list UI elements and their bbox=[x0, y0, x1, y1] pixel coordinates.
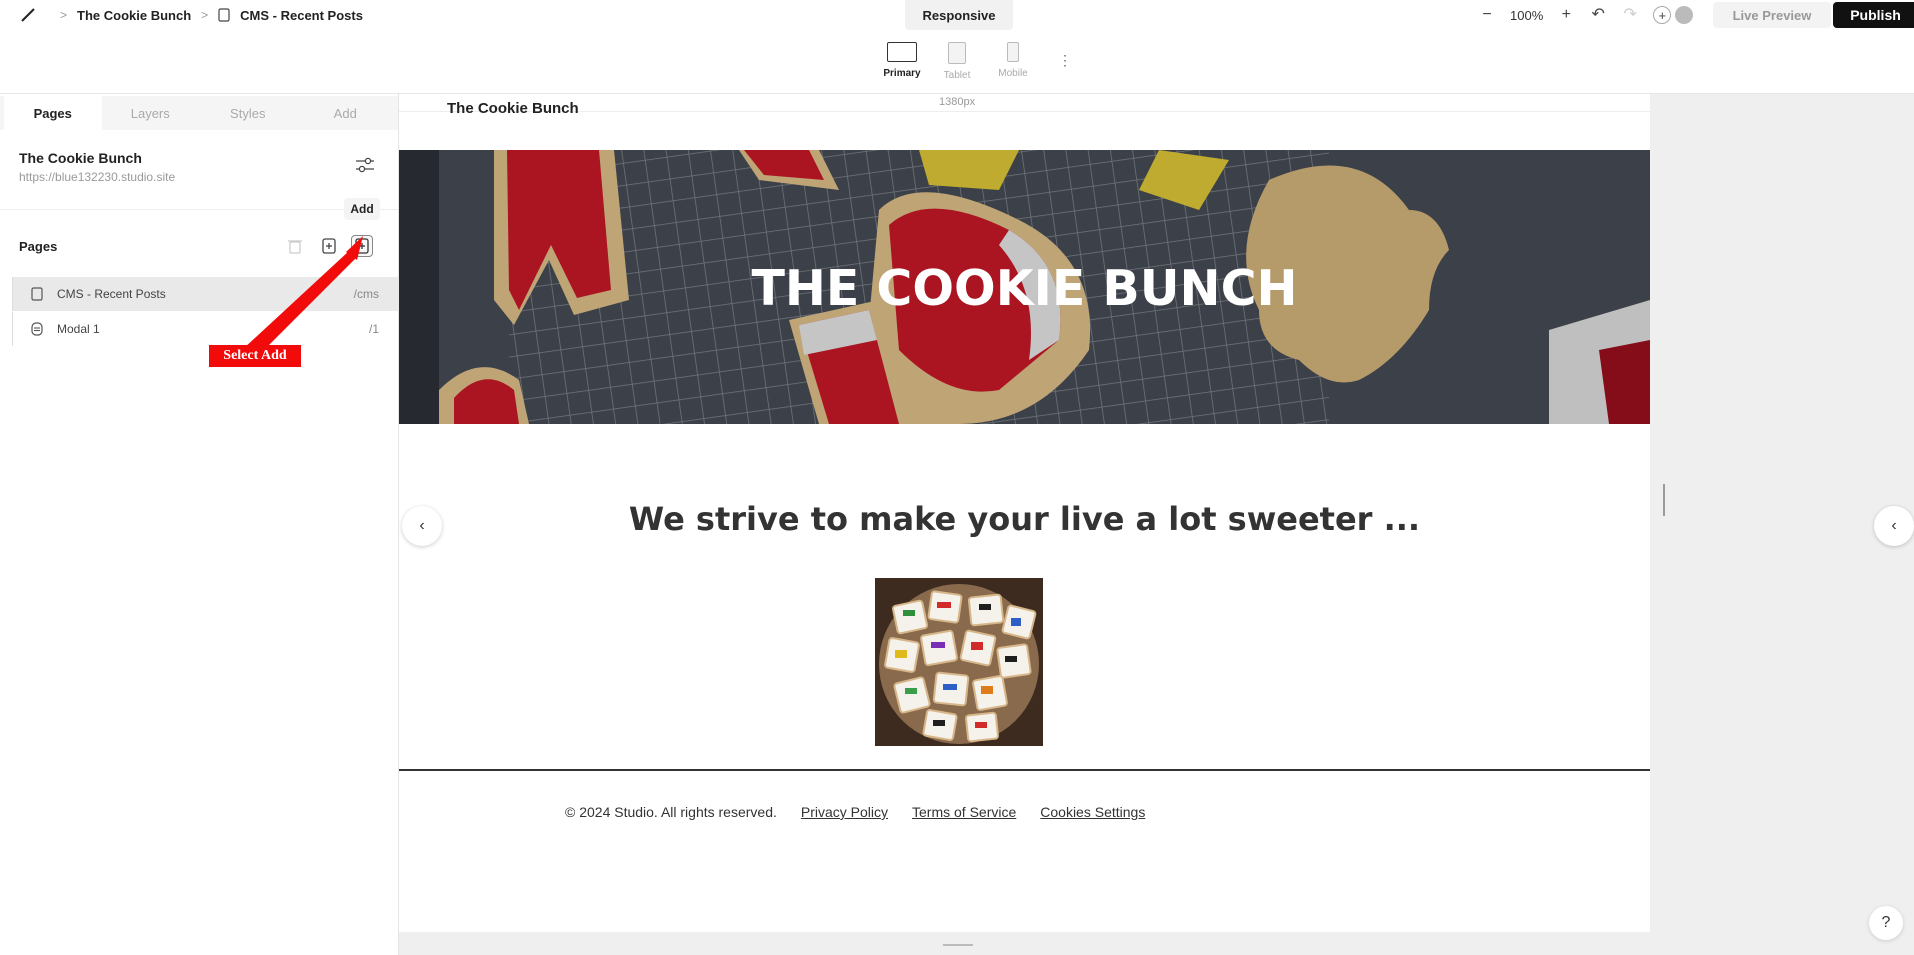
device-primary[interactable]: Primary bbox=[877, 42, 927, 79]
page-row-cms[interactable]: CMS - Recent Posts /cms bbox=[12, 277, 399, 311]
expand-right-panel-button[interactable]: ‹ bbox=[1874, 506, 1914, 546]
tab-pages[interactable]: Pages bbox=[4, 96, 102, 130]
site-info: The Cookie Bunch https://blue132230.stud… bbox=[0, 130, 398, 210]
device-label: Tablet bbox=[943, 70, 971, 81]
page-path: /1 bbox=[368, 322, 379, 336]
site-name: The Cookie Bunch bbox=[19, 150, 142, 166]
zoom-out-icon[interactable]: − bbox=[1478, 6, 1496, 24]
publish-button[interactable]: Publish bbox=[1833, 2, 1914, 28]
privacy-policy-link[interactable]: Privacy Policy bbox=[801, 804, 888, 820]
cookie-photo[interactable] bbox=[875, 578, 1043, 746]
site-url: https://blue132230.studio.site bbox=[19, 170, 176, 184]
device-mobile[interactable]: Mobile bbox=[988, 42, 1038, 79]
tab-styles[interactable]: Styles bbox=[199, 96, 297, 130]
page-icon bbox=[218, 8, 230, 22]
chevron-left-icon: ‹ bbox=[1891, 517, 1897, 534]
page-icon bbox=[31, 287, 43, 301]
add-tooltip: Add bbox=[344, 198, 380, 220]
modal-icon bbox=[31, 322, 43, 336]
more-icon[interactable]: ⋮ bbox=[1058, 52, 1072, 69]
zoom-controls: − 100% + ↶ ↷ + bbox=[1478, 0, 1694, 30]
site-footer: © 2024 Studio. All rights reserved. Priv… bbox=[565, 804, 1145, 820]
tab-layers[interactable]: Layers bbox=[102, 96, 200, 130]
cookie-plate-image bbox=[875, 578, 1043, 746]
cookies-settings-link[interactable]: Cookies Settings bbox=[1040, 804, 1145, 820]
tablet-icon bbox=[948, 42, 966, 64]
pen-icon[interactable] bbox=[20, 7, 36, 23]
chevron-right-icon: > bbox=[201, 8, 209, 22]
copyright-text: © 2024 Studio. All rights reserved. bbox=[565, 804, 777, 820]
trash-icon[interactable] bbox=[284, 235, 306, 257]
device-tablet[interactable]: Tablet bbox=[932, 42, 982, 81]
terms-of-service-link[interactable]: Terms of Service bbox=[912, 804, 1016, 820]
tab-add[interactable]: Add bbox=[297, 96, 395, 130]
desktop-icon bbox=[887, 42, 917, 62]
live-preview-button[interactable]: Live Preview bbox=[1713, 2, 1831, 28]
settings-sliders-icon[interactable] bbox=[355, 156, 375, 174]
tagline-heading[interactable]: We strive to make your live a lot sweete… bbox=[399, 500, 1650, 538]
breadcrumb-site[interactable]: The Cookie Bunch bbox=[77, 8, 191, 23]
chevron-left-icon: ‹ bbox=[419, 517, 425, 534]
collapse-left-button[interactable]: ‹ bbox=[402, 506, 442, 546]
bottom-ruler bbox=[399, 932, 1914, 955]
site-header[interactable]: The Cookie Bunch bbox=[399, 94, 1650, 150]
sidebar-tabs: Pages Layers Styles Add bbox=[0, 96, 398, 130]
footer-divider bbox=[399, 769, 1650, 771]
responsive-tab[interactable]: Responsive bbox=[905, 0, 1013, 30]
scroll-handle[interactable] bbox=[943, 944, 973, 946]
page-name: Modal 1 bbox=[57, 322, 100, 336]
device-bar: Primary Tablet Mobile ⋮ bbox=[0, 30, 1914, 94]
site-logo[interactable]: The Cookie Bunch bbox=[447, 100, 579, 117]
zoom-in-icon[interactable]: + bbox=[1557, 6, 1575, 24]
add-page-icon bbox=[355, 238, 369, 254]
page-row-modal[interactable]: Modal 1 /1 bbox=[12, 312, 399, 346]
redo-icon[interactable]: ↷ bbox=[1621, 6, 1639, 24]
hero-title[interactable]: THE COOKIE BUNCH bbox=[399, 260, 1650, 317]
page-canvas: 1380px The Cookie Bunch THE COOKIE BUNCH… bbox=[399, 94, 1650, 932]
avatar[interactable] bbox=[1675, 6, 1694, 24]
device-label: Primary bbox=[883, 68, 921, 79]
chevron-right-icon: > bbox=[60, 8, 68, 22]
add-collaborator-icon[interactable]: + bbox=[1653, 6, 1672, 24]
help-button[interactable]: ? bbox=[1869, 906, 1903, 940]
add-page-button[interactable] bbox=[351, 235, 373, 257]
top-bar: > The Cookie Bunch > CMS - Recent Posts … bbox=[0, 0, 1914, 30]
breadcrumb: > The Cookie Bunch > CMS - Recent Posts bbox=[60, 0, 363, 30]
breadcrumb-page[interactable]: CMS - Recent Posts bbox=[240, 8, 363, 23]
duplicate-page-icon[interactable] bbox=[318, 235, 340, 257]
zoom-level[interactable]: 100% bbox=[1510, 8, 1543, 23]
mobile-icon bbox=[1007, 42, 1019, 62]
page-name: CMS - Recent Posts bbox=[57, 287, 166, 301]
annotation-label: Select Add bbox=[209, 345, 301, 367]
hero-banner[interactable]: THE COOKIE BUNCH bbox=[399, 150, 1650, 424]
undo-icon[interactable]: ↶ bbox=[1589, 6, 1607, 24]
resize-handle[interactable] bbox=[1663, 484, 1665, 516]
device-label: Mobile bbox=[998, 68, 1028, 79]
page-path: /cms bbox=[353, 287, 379, 301]
pages-heading: Pages bbox=[19, 239, 58, 254]
left-sidebar: Pages Layers Styles Add The Cookie Bunch… bbox=[0, 94, 399, 955]
